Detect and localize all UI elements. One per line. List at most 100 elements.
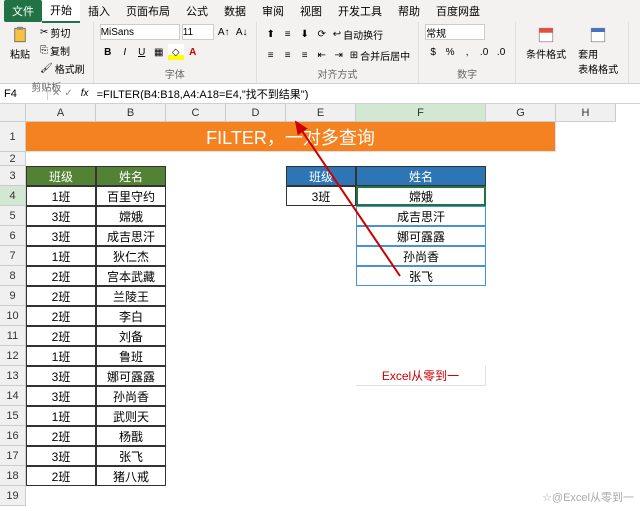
- cell-B4[interactable]: 百里守约: [96, 186, 166, 206]
- currency-icon[interactable]: $: [425, 44, 441, 60]
- cell-B3[interactable]: 姓名: [96, 166, 166, 186]
- tab-view[interactable]: 视图: [292, 0, 330, 22]
- tab-formulas[interactable]: 公式: [178, 0, 216, 22]
- cell-E3[interactable]: 班级: [286, 166, 356, 186]
- underline-button[interactable]: U: [134, 44, 150, 60]
- cell-A7[interactable]: 1班: [26, 246, 96, 266]
- table-format-button[interactable]: 套用 表格格式: [574, 24, 622, 78]
- wrap-text-button[interactable]: ↩自动换行: [331, 26, 385, 43]
- cell-B18[interactable]: 猪八戒: [96, 466, 166, 486]
- align-bottom-icon[interactable]: ⬇: [297, 26, 313, 42]
- row-header-4[interactable]: 4: [0, 186, 26, 206]
- fill-color-button[interactable]: ◇: [168, 44, 184, 60]
- row-header-9[interactable]: 9: [0, 286, 26, 306]
- cell-A8[interactable]: 2班: [26, 266, 96, 286]
- cell-B5[interactable]: 嫦娥: [96, 206, 166, 226]
- cell-A18[interactable]: 2班: [26, 466, 96, 486]
- tab-layout[interactable]: 页面布局: [118, 0, 178, 22]
- row-header-7[interactable]: 7: [0, 246, 26, 266]
- row-header-17[interactable]: 17: [0, 446, 26, 466]
- row-header-14[interactable]: 14: [0, 386, 26, 406]
- cell-F4[interactable]: 嫦娥: [356, 186, 486, 206]
- cell-B16[interactable]: 杨戬: [96, 426, 166, 446]
- comma-icon[interactable]: ,: [459, 44, 475, 60]
- align-left-icon[interactable]: ≡: [263, 47, 279, 63]
- row-header-1[interactable]: 1: [0, 122, 26, 152]
- col-header-E[interactable]: E: [286, 104, 356, 122]
- row-header-6[interactable]: 6: [0, 226, 26, 246]
- row-header-18[interactable]: 18: [0, 466, 26, 486]
- cut-button[interactable]: ✂剪切: [38, 24, 87, 41]
- cell-F7[interactable]: 孙尚香: [356, 246, 486, 266]
- cell-B11[interactable]: 刘备: [96, 326, 166, 346]
- col-header-H[interactable]: H: [556, 104, 616, 122]
- merge-button[interactable]: ⊞合并后居中: [348, 47, 412, 64]
- cell-A4[interactable]: 1班: [26, 186, 96, 206]
- cell-F3[interactable]: 姓名: [356, 166, 486, 186]
- percent-icon[interactable]: %: [442, 44, 458, 60]
- italic-button[interactable]: I: [117, 44, 133, 60]
- row-header-2[interactable]: 2: [0, 152, 26, 166]
- cell-B9[interactable]: 兰陵王: [96, 286, 166, 306]
- cell-A16[interactable]: 2班: [26, 426, 96, 446]
- cell-B14[interactable]: 孙尚香: [96, 386, 166, 406]
- tab-dev[interactable]: 开发工具: [330, 0, 390, 22]
- cell-F5[interactable]: 成吉思汗: [356, 206, 486, 226]
- cell-A9[interactable]: 2班: [26, 286, 96, 306]
- select-all-corner[interactable]: [0, 104, 26, 122]
- cell-A1[interactable]: FILTER，一对多查询: [26, 122, 556, 152]
- cell-A17[interactable]: 3班: [26, 446, 96, 466]
- col-header-A[interactable]: A: [26, 104, 96, 122]
- cell-A13[interactable]: 3班: [26, 366, 96, 386]
- align-right-icon[interactable]: ≡: [297, 47, 313, 63]
- indent-inc-icon[interactable]: ⇥: [331, 47, 347, 63]
- cell-B8[interactable]: 宫本武藏: [96, 266, 166, 286]
- row-header-5[interactable]: 5: [0, 206, 26, 226]
- copy-button[interactable]: ⎘复制: [38, 42, 87, 59]
- formula-input[interactable]: [93, 88, 640, 100]
- row-header-15[interactable]: 15: [0, 406, 26, 426]
- increase-font-icon[interactable]: A↑: [216, 24, 232, 40]
- cell-F6[interactable]: 娜可露露: [356, 226, 486, 246]
- row-header-16[interactable]: 16: [0, 426, 26, 446]
- cell-E4[interactable]: 3班: [286, 186, 356, 206]
- row-header-10[interactable]: 10: [0, 306, 26, 326]
- align-middle-icon[interactable]: ≡: [280, 26, 296, 42]
- border-button[interactable]: ▦: [151, 44, 167, 60]
- indent-dec-icon[interactable]: ⇤: [314, 47, 330, 63]
- cell-A12[interactable]: 1班: [26, 346, 96, 366]
- col-header-B[interactable]: B: [96, 104, 166, 122]
- font-color-button[interactable]: A: [185, 44, 201, 60]
- cell-B12[interactable]: 鲁班: [96, 346, 166, 366]
- col-header-D[interactable]: D: [226, 104, 286, 122]
- tab-help[interactable]: 帮助: [390, 0, 428, 22]
- cell-A5[interactable]: 3班: [26, 206, 96, 226]
- row-header-11[interactable]: 11: [0, 326, 26, 346]
- inc-decimal-icon[interactable]: .0: [476, 44, 492, 60]
- cell-F8[interactable]: 张飞: [356, 266, 486, 286]
- cell-F13[interactable]: Excel从零到一: [356, 366, 486, 386]
- cell-B6[interactable]: 成吉思汗: [96, 226, 166, 246]
- align-center-icon[interactable]: ≡: [280, 47, 296, 63]
- row-header-19[interactable]: 19: [0, 486, 26, 506]
- col-header-C[interactable]: C: [166, 104, 226, 122]
- cell-B10[interactable]: 李白: [96, 306, 166, 326]
- row-header-3[interactable]: 3: [0, 166, 26, 186]
- tab-baidu[interactable]: 百度网盘: [428, 0, 488, 22]
- cell-A15[interactable]: 1班: [26, 406, 96, 426]
- dec-decimal-icon[interactable]: .0: [493, 44, 509, 60]
- cell-A14[interactable]: 3班: [26, 386, 96, 406]
- tab-review[interactable]: 审阅: [254, 0, 292, 22]
- tab-file[interactable]: 文件: [4, 0, 42, 22]
- cell-A6[interactable]: 3班: [26, 226, 96, 246]
- font-name-select[interactable]: [100, 24, 180, 40]
- paste-button[interactable]: 粘贴: [6, 24, 34, 63]
- tab-data[interactable]: 数据: [216, 0, 254, 22]
- cell-A3[interactable]: 班级: [26, 166, 96, 186]
- tab-home[interactable]: 开始: [42, 0, 80, 23]
- cell-A10[interactable]: 2班: [26, 306, 96, 326]
- cell-B7[interactable]: 狄仁杰: [96, 246, 166, 266]
- row-header-13[interactable]: 13: [0, 366, 26, 386]
- number-format-select[interactable]: [425, 24, 485, 40]
- cell-B15[interactable]: 武则天: [96, 406, 166, 426]
